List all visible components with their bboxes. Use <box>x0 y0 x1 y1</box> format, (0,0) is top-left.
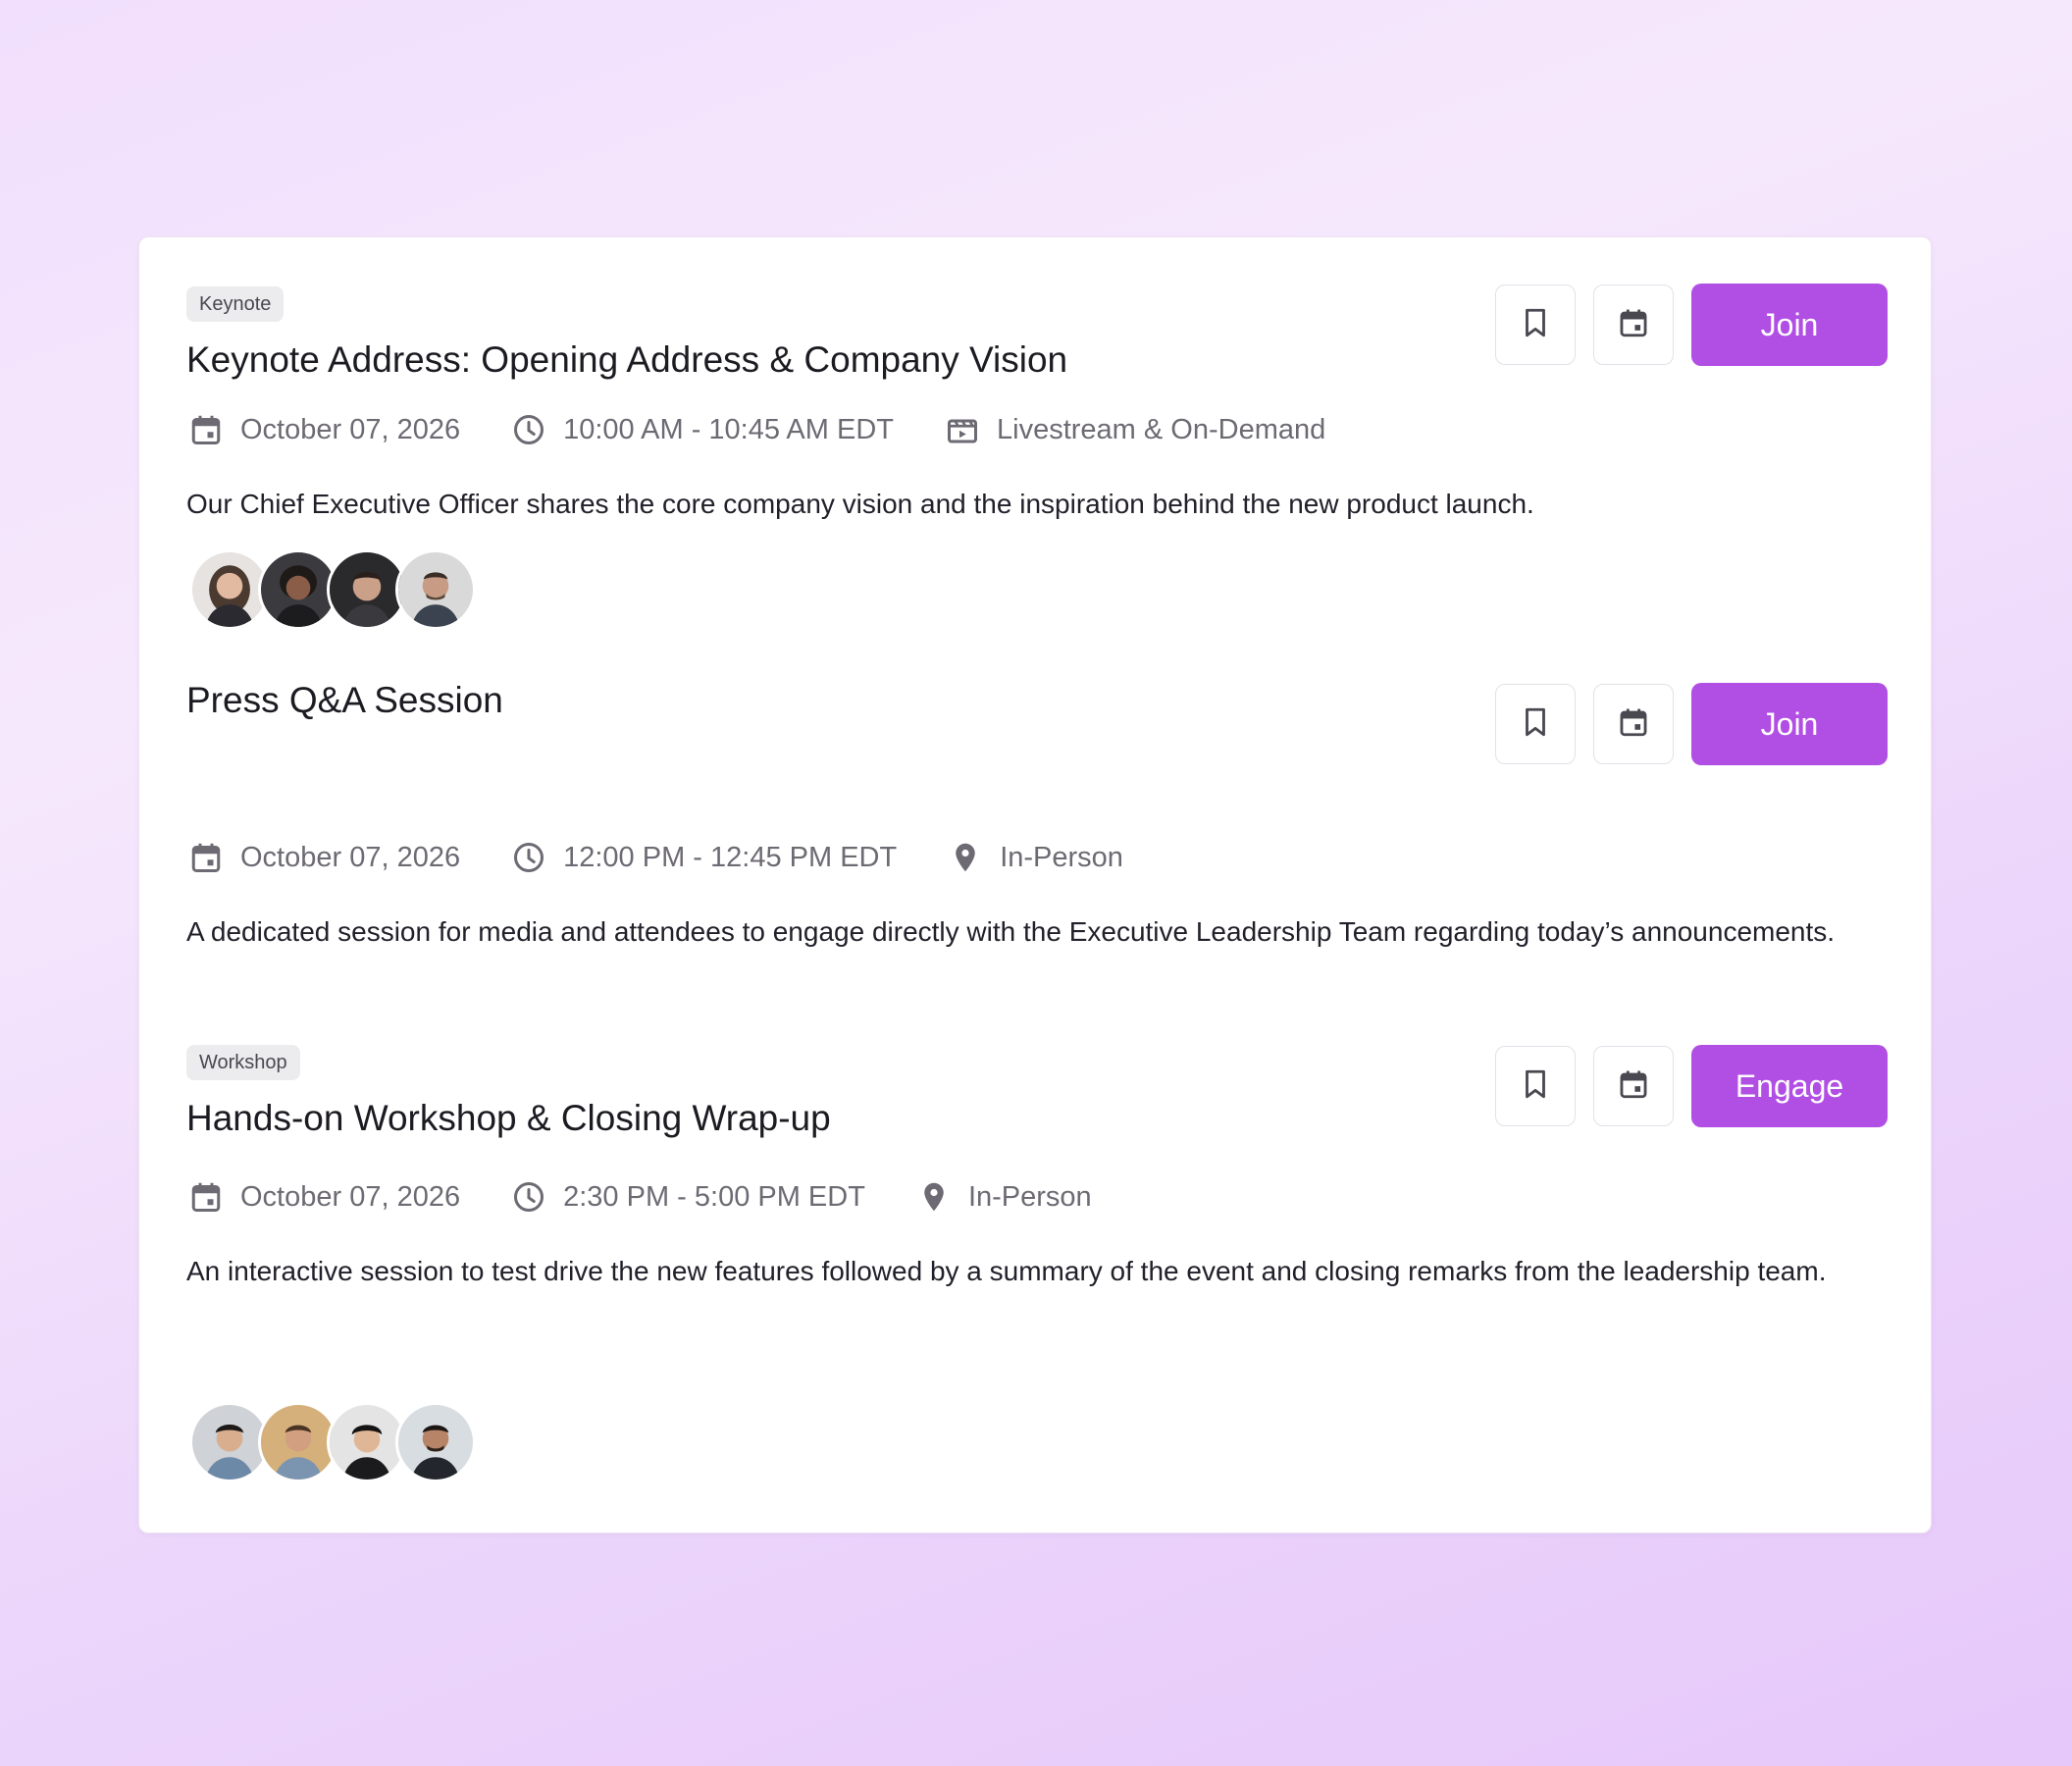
session-date: October 07, 2026 <box>186 1177 460 1217</box>
bookmark-icon <box>1519 705 1552 744</box>
session-meta: October 07, 2026 12:00 PM - 12:45 PM EDT… <box>186 836 1636 879</box>
session-date-text: October 07, 2026 <box>240 841 461 873</box>
session-tag: Keynote <box>186 286 285 322</box>
session-description: An interactive session to test drive the… <box>186 1256 1827 1286</box>
location-pin-icon <box>946 838 985 877</box>
session-date: October 07, 2026 <box>186 410 460 449</box>
clock-icon <box>509 410 548 449</box>
calendar-icon <box>186 410 226 449</box>
session-time-text: 10:00 AM - 10:45 AM EDT <box>563 413 894 445</box>
add-to-calendar-button[interactable] <box>1593 1046 1674 1126</box>
session-location-text: Livestream & On-Demand <box>997 413 1326 445</box>
session-item-press-qa: Press Q&A Session Join October 07, 2026 … <box>139 649 1931 1022</box>
session-date: October 07, 2026 <box>186 838 460 877</box>
join-button[interactable]: Join <box>1691 284 1888 366</box>
session-tag: Workshop <box>186 1045 300 1080</box>
session-item-keynote: Keynote Keynote Address: Opening Address… <box>139 237 1931 649</box>
session-location: In-Person <box>914 1177 1092 1217</box>
calendar-icon <box>1617 1067 1650 1106</box>
session-date-text: October 07, 2026 <box>240 1180 461 1213</box>
bookmark-icon <box>1519 1067 1552 1106</box>
bookmark-button[interactable] <box>1495 1046 1576 1126</box>
session-actions: Join <box>1495 683 1888 765</box>
session-location: Livestream & On-Demand <box>943 410 1325 449</box>
session-actions: Engage <box>1495 1045 1888 1127</box>
calendar-icon <box>186 1177 226 1217</box>
engage-button[interactable]: Engage <box>1691 1045 1888 1127</box>
location-pin-icon <box>914 1177 954 1217</box>
join-button[interactable]: Join <box>1691 683 1888 765</box>
session-meta: October 07, 2026 10:00 AM - 10:45 AM EDT… <box>186 408 1636 451</box>
calendar-icon <box>186 838 226 877</box>
session-description: Our Chief Executive Officer shares the c… <box>186 489 1534 519</box>
livestream-icon <box>943 410 982 449</box>
add-to-calendar-button[interactable] <box>1593 684 1674 764</box>
speaker-avatars <box>189 1402 476 1482</box>
session-title[interactable]: Keynote Address: Opening Address & Compa… <box>186 339 1067 381</box>
session-time: 12:00 PM - 12:45 PM EDT <box>509 838 897 877</box>
bookmark-icon <box>1519 306 1552 344</box>
avatar[interactable] <box>395 549 476 630</box>
clock-icon <box>509 1177 548 1217</box>
session-actions: Join <box>1495 284 1888 366</box>
avatar[interactable] <box>395 1402 476 1482</box>
bookmark-button[interactable] <box>1495 285 1576 365</box>
bookmark-button[interactable] <box>1495 684 1576 764</box>
session-description: A dedicated session for media and attend… <box>186 916 1836 947</box>
session-item-workshop: Workshop Hands-on Workshop & Closing Wra… <box>139 1022 1931 1534</box>
sessions-card: Keynote Keynote Address: Opening Address… <box>138 236 1932 1533</box>
session-date-text: October 07, 2026 <box>240 413 461 445</box>
session-meta: October 07, 2026 2:30 PM - 5:00 PM EDT I… <box>186 1175 1636 1219</box>
calendar-icon <box>1617 306 1650 344</box>
speaker-avatars <box>189 549 476 630</box>
calendar-icon <box>1617 705 1650 744</box>
session-time-text: 2:30 PM - 5:00 PM EDT <box>563 1180 865 1213</box>
session-time-text: 12:00 PM - 12:45 PM EDT <box>563 841 898 873</box>
session-location-text: In-Person <box>1000 841 1123 873</box>
add-to-calendar-button[interactable] <box>1593 285 1674 365</box>
session-location: In-Person <box>946 838 1123 877</box>
session-time: 10:00 AM - 10:45 AM EDT <box>509 410 894 449</box>
session-title[interactable]: Hands-on Workshop & Closing Wrap-up <box>186 1098 831 1139</box>
session-location-text: In-Person <box>967 1180 1092 1213</box>
session-time: 2:30 PM - 5:00 PM EDT <box>509 1177 865 1217</box>
session-title[interactable]: Press Q&A Session <box>186 680 503 721</box>
clock-icon <box>509 838 548 877</box>
